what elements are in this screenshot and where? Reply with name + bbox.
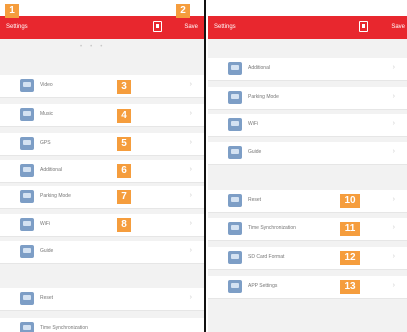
status-strip bbox=[208, 0, 407, 16]
wifi-icon bbox=[228, 118, 242, 131]
settings-back-title[interactable]: Settings bbox=[6, 24, 28, 30]
menu-item-label: Additional bbox=[40, 167, 62, 173]
menu-item-wifi[interactable]: WiFi › bbox=[208, 114, 407, 137]
menu-item-label: Reset bbox=[248, 197, 262, 203]
settings-panel-right: Settings Save Additional › Parking Mode … bbox=[208, 0, 407, 332]
callout-badge-parking-mode: 7 bbox=[117, 190, 131, 204]
chevron-right-icon: › bbox=[189, 294, 192, 301]
time-sync-icon bbox=[20, 322, 34, 332]
callout-badge-wifi: 8 bbox=[117, 218, 131, 232]
chevron-right-icon: › bbox=[189, 166, 192, 173]
menu-item-gps[interactable]: GPS › bbox=[0, 133, 204, 156]
menu-item-label: Parking Mode bbox=[40, 193, 71, 199]
callout-badge-settings: 1 bbox=[5, 4, 19, 18]
chevron-right-icon: › bbox=[189, 220, 192, 227]
video-icon bbox=[20, 79, 34, 92]
chevron-right-icon: › bbox=[189, 139, 192, 146]
chevron-right-icon: › bbox=[189, 81, 192, 88]
menu-item-label: Video bbox=[40, 82, 53, 88]
save-button[interactable]: Save bbox=[184, 24, 198, 30]
parking-mode-icon bbox=[228, 91, 242, 104]
chevron-right-icon: › bbox=[392, 282, 395, 289]
callout-badge-sd-card-format: 12 bbox=[340, 251, 360, 265]
chevron-right-icon: › bbox=[392, 253, 395, 260]
menu-item-label: Time Synchronization bbox=[248, 225, 296, 231]
menu-item-guide[interactable]: Guide › bbox=[0, 241, 204, 264]
menu-item-parking-mode[interactable]: Parking Mode › bbox=[0, 186, 204, 209]
device-icon[interactable] bbox=[153, 21, 162, 32]
menu-item-additional[interactable]: Additional › bbox=[208, 58, 407, 81]
gps-icon bbox=[20, 137, 34, 150]
menu-item-label: Music bbox=[40, 111, 54, 117]
menu-item-label: Reset bbox=[40, 295, 54, 301]
chevron-right-icon: › bbox=[392, 93, 395, 100]
reset-icon bbox=[20, 292, 34, 305]
settings-panel-left: Settings Save ••• Video › Music › GPS › … bbox=[0, 0, 206, 332]
menu-item-sd-card-format[interactable]: SD Card Format › bbox=[208, 247, 407, 270]
menu-item-reset[interactable]: Reset › bbox=[208, 190, 407, 213]
music-icon bbox=[20, 108, 34, 121]
menu-item-time-sync[interactable]: Time Synchronization › bbox=[208, 218, 407, 241]
guide-icon bbox=[20, 245, 34, 258]
menu-item-label: Guide bbox=[248, 149, 262, 155]
chevron-right-icon: › bbox=[392, 196, 395, 203]
chevron-right-icon: › bbox=[392, 224, 395, 231]
menu-item-label: WiFi bbox=[248, 121, 258, 127]
callout-badge-reset: 10 bbox=[340, 194, 360, 208]
callout-badge-video: 3 bbox=[117, 80, 131, 94]
callout-badge-save: 2 bbox=[176, 4, 190, 18]
menu-item-label: Additional bbox=[248, 65, 270, 71]
menu-item-parking-mode[interactable]: Parking Mode › bbox=[208, 87, 407, 110]
reset-icon bbox=[228, 194, 242, 207]
menu-item-reset[interactable]: Reset › bbox=[0, 288, 204, 311]
menu-item-guide[interactable]: Guide › bbox=[208, 142, 407, 165]
chevron-right-icon: › bbox=[189, 110, 192, 117]
chevron-right-icon: › bbox=[392, 120, 395, 127]
settings-back-title[interactable]: Settings bbox=[214, 24, 236, 30]
callout-badge-music: 4 bbox=[117, 109, 131, 123]
wifi-icon bbox=[20, 218, 34, 231]
callout-badge-additional: 6 bbox=[117, 164, 131, 178]
additional-icon bbox=[228, 62, 242, 75]
status-strip bbox=[0, 0, 204, 16]
menu-item-label: GPS bbox=[40, 140, 51, 146]
menu-item-label: WiFi bbox=[40, 221, 50, 227]
menu-item-app-settings[interactable]: APP Settings › bbox=[208, 276, 407, 299]
chevron-right-icon: › bbox=[392, 64, 395, 71]
additional-icon bbox=[20, 164, 34, 177]
menu-item-wifi[interactable]: WiFi › bbox=[0, 214, 204, 237]
header-bar: Settings Save bbox=[208, 16, 407, 39]
menu-item-video[interactable]: Video › bbox=[0, 75, 204, 98]
chevron-right-icon: › bbox=[392, 148, 395, 155]
menu-item-additional[interactable]: Additional › bbox=[0, 160, 204, 183]
menu-item-label: SD Card Format bbox=[248, 254, 285, 260]
guide-icon bbox=[228, 146, 242, 159]
menu-item-time-sync[interactable]: Time Synchronization bbox=[0, 318, 204, 332]
chevron-right-icon: › bbox=[189, 247, 192, 254]
callout-badge-time-sync: 11 bbox=[340, 222, 360, 236]
sd-card-icon bbox=[228, 251, 242, 264]
menu-item-music[interactable]: Music › bbox=[0, 104, 204, 127]
menu-item-label: Parking Mode bbox=[248, 94, 279, 100]
app-settings-icon bbox=[228, 280, 242, 293]
page-indicator: ••• bbox=[80, 44, 111, 50]
menu-item-label: APP Settings bbox=[248, 283, 278, 289]
chevron-right-icon: › bbox=[189, 192, 192, 199]
menu-item-label: Guide bbox=[40, 248, 54, 254]
header-bar: Settings Save bbox=[0, 16, 204, 39]
device-icon[interactable] bbox=[359, 21, 368, 32]
parking-mode-icon bbox=[20, 190, 34, 203]
save-button[interactable]: Save bbox=[391, 24, 405, 30]
time-sync-icon bbox=[228, 222, 242, 235]
menu-item-label: Time Synchronization bbox=[40, 325, 88, 331]
callout-badge-gps: 5 bbox=[117, 137, 131, 151]
callout-badge-app-settings: 13 bbox=[340, 280, 360, 294]
